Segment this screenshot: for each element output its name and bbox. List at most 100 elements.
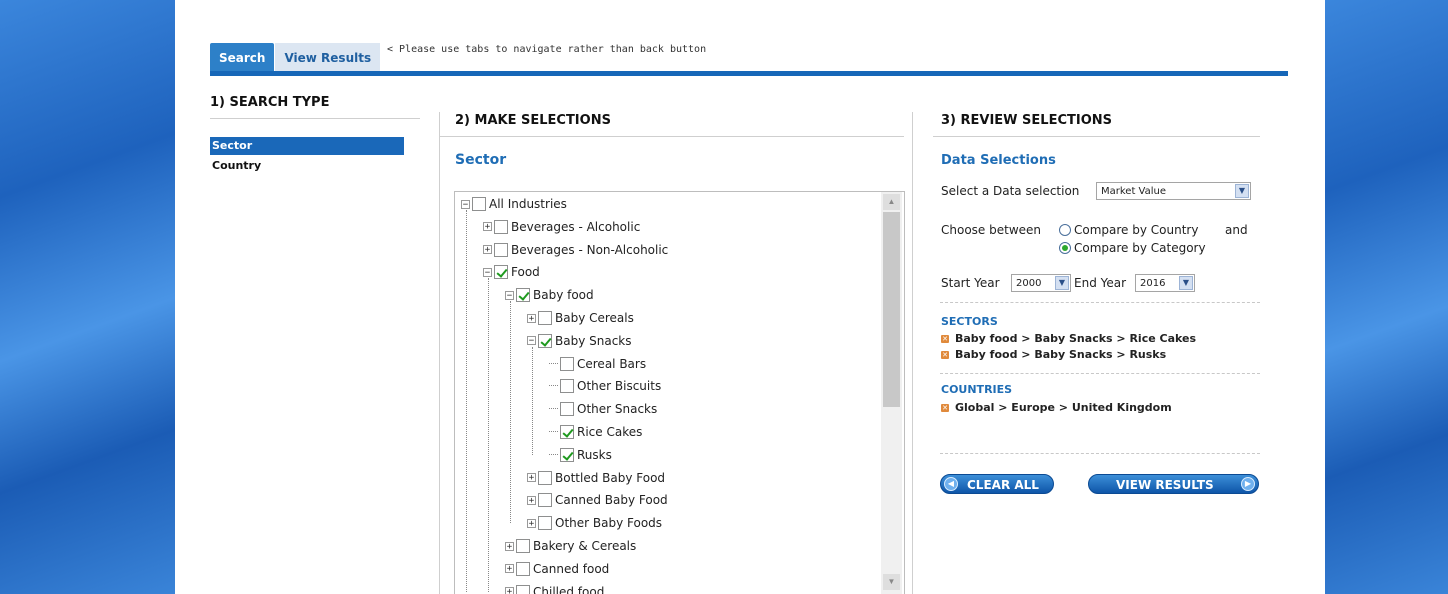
expand-plus-icon[interactable]: + — [483, 222, 492, 232]
sector-selection-label: Baby food > Baby Snacks > Rice Cakes — [955, 332, 1197, 345]
column-divider — [439, 112, 440, 594]
tree-scrollbar[interactable]: ▲ ▼ — [881, 192, 902, 594]
tree-node[interactable]: + Canned Baby Food — [527, 490, 668, 510]
expand-plus-icon[interactable]: + — [505, 587, 514, 594]
tree-node[interactable]: Rice Cakes — [549, 422, 642, 442]
tree-checkbox[interactable] — [516, 584, 530, 594]
tree-node[interactable]: − Baby food — [505, 285, 594, 305]
tree-checkbox[interactable] — [538, 311, 552, 325]
remove-icon[interactable]: ✕ — [941, 350, 949, 359]
tree-checkbox[interactable] — [538, 516, 552, 531]
search-type-country[interactable]: Country — [210, 157, 404, 175]
tree-checkbox[interactable] — [494, 219, 508, 234]
expand-plus-icon[interactable]: + — [527, 473, 536, 483]
tree-checkbox[interactable] — [494, 242, 508, 257]
arrow-left-icon: ◀ — [944, 477, 958, 491]
tree-checkbox[interactable] — [538, 470, 552, 485]
tree-node-label[interactable]: Cereal Bars — [577, 357, 646, 371]
tree-checkbox[interactable] — [516, 288, 530, 303]
collapse-minus-icon[interactable]: − — [505, 290, 514, 300]
tree-node-label[interactable]: Other Biscuits — [577, 379, 661, 393]
view-results-button[interactable]: VIEW RESULTS ▶ — [1088, 474, 1259, 494]
scroll-thumb[interactable] — [883, 212, 900, 407]
expand-plus-icon[interactable]: + — [527, 518, 536, 528]
tree-node-label[interactable]: Canned Baby Food — [555, 493, 668, 507]
tree-node-label[interactable]: Baby Snacks — [555, 334, 632, 348]
sector-tree[interactable]: − All Industries + Beverages - Alcoholic + Be… — [454, 191, 905, 594]
expand-plus-icon[interactable]: + — [527, 495, 536, 505]
expand-plus-icon[interactable]: + — [505, 541, 514, 551]
compare-by-category-radio[interactable] — [1059, 242, 1071, 254]
remove-icon[interactable]: ✕ — [941, 334, 949, 343]
data-selection-dropdown[interactable]: Market Value ▼ — [1096, 182, 1251, 200]
tree-checkbox[interactable] — [560, 379, 574, 394]
tree-checkbox[interactable] — [538, 333, 552, 348]
divider — [439, 136, 904, 137]
tree-checkbox[interactable] — [516, 539, 530, 553]
tree-node-label[interactable]: Beverages - Non-Alcoholic — [511, 243, 668, 257]
start-year-value: 2000 — [1016, 278, 1042, 289]
tree-node[interactable]: − Baby Snacks — [527, 331, 632, 351]
scroll-down-arrow-icon[interactable]: ▼ — [883, 574, 900, 590]
search-type-sector[interactable]: Sector — [210, 137, 404, 155]
tree-node-label[interactable]: All Industries — [489, 197, 567, 211]
clear-all-button[interactable]: ◀ CLEAR ALL — [940, 474, 1054, 494]
data-selections-heading: Data Selections — [941, 153, 1056, 168]
tree-node-label[interactable]: Canned food — [533, 562, 609, 576]
collapse-minus-icon[interactable]: − — [461, 199, 470, 209]
tree-node-label[interactable]: Baby Cereals — [555, 311, 634, 325]
compare-by-country-radio[interactable] — [1059, 224, 1071, 236]
tree-node-label[interactable]: Other Snacks — [577, 402, 657, 416]
tree-node-label[interactable]: Rice Cakes — [577, 425, 642, 439]
divider — [940, 373, 1260, 374]
tree-checkbox[interactable] — [560, 356, 574, 371]
background-left — [0, 0, 175, 594]
tab-view-results[interactable]: View Results — [274, 43, 381, 71]
tree-node-label[interactable]: Bottled Baby Food — [555, 471, 665, 485]
tree-checkbox[interactable] — [538, 493, 552, 508]
tab-search[interactable]: Search — [210, 43, 275, 71]
tree-checkbox[interactable] — [560, 447, 574, 462]
end-year-select[interactable]: 2016 ▼ — [1135, 274, 1195, 292]
tree-node[interactable]: + Chilled food — [505, 582, 604, 594]
compare-by-category-label[interactable]: Compare by Category — [1074, 241, 1206, 255]
tree-node[interactable]: Other Snacks — [549, 399, 657, 419]
tree-node-label[interactable]: Food — [511, 265, 540, 279]
tree-node[interactable]: + Beverages - Non-Alcoholic — [483, 240, 668, 260]
tab-underline — [210, 71, 1288, 76]
tree-node[interactable]: + Other Baby Foods — [527, 513, 662, 533]
scroll-up-arrow-icon[interactable]: ▲ — [883, 194, 900, 210]
collapse-minus-icon[interactable]: − — [527, 336, 536, 346]
tree-node[interactable]: Rusks — [549, 445, 612, 465]
start-year-select[interactable]: 2000 ▼ — [1011, 274, 1071, 292]
tree-node[interactable]: + Bakery & Cereals — [505, 536, 636, 556]
tree-node-label[interactable]: Bakery & Cereals — [533, 539, 636, 553]
data-selection-value: Market Value — [1101, 186, 1167, 197]
tree-node[interactable]: + Beverages - Alcoholic — [483, 217, 640, 237]
tree-node[interactable]: − Food — [483, 262, 540, 282]
tree-checkbox[interactable] — [516, 561, 530, 576]
tree-node-label[interactable]: Beverages - Alcoholic — [511, 220, 640, 234]
compare-by-country-label[interactable]: Compare by Country — [1074, 223, 1198, 237]
tree-node[interactable]: − All Industries — [461, 194, 567, 214]
tree-node-label[interactable]: Rusks — [577, 448, 612, 462]
tree-connector — [549, 362, 558, 365]
tree-checkbox[interactable] — [560, 425, 574, 439]
tree-node-label[interactable]: Chilled food — [533, 585, 604, 594]
tree-node[interactable]: Cereal Bars — [549, 354, 646, 374]
tree-checkbox[interactable] — [494, 265, 508, 280]
expand-plus-icon[interactable]: + — [505, 564, 514, 574]
navigation-note: < Please use tabs to navigate rather tha… — [387, 44, 707, 55]
collapse-minus-icon[interactable]: − — [483, 267, 492, 277]
tree-node[interactable]: + Bottled Baby Food — [527, 468, 665, 488]
tree-node-label[interactable]: Other Baby Foods — [555, 516, 662, 530]
expand-plus-icon[interactable]: + — [483, 245, 492, 255]
tree-node[interactable]: + Canned food — [505, 559, 609, 579]
tree-checkbox[interactable] — [472, 197, 486, 211]
tree-checkbox[interactable] — [560, 402, 574, 417]
remove-icon[interactable]: ✕ — [941, 403, 949, 412]
tree-node-label[interactable]: Baby food — [533, 288, 594, 302]
expand-plus-icon[interactable]: + — [527, 313, 536, 323]
tree-node[interactable]: + Baby Cereals — [527, 308, 634, 328]
tree-node[interactable]: Other Biscuits — [549, 376, 661, 396]
